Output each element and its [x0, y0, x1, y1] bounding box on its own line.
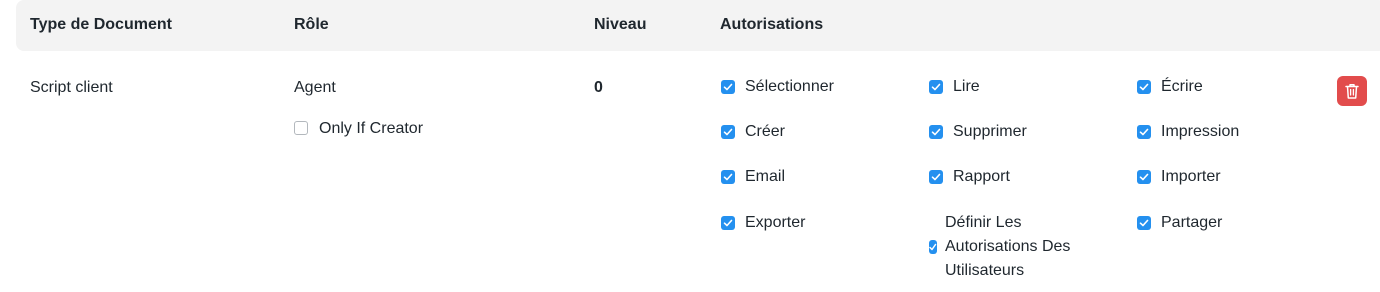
permission-checkbox-export[interactable]	[721, 216, 735, 230]
permission-checkbox-create[interactable]	[721, 125, 735, 139]
only-if-creator-checkbox[interactable]	[294, 121, 308, 135]
permission-label-set-user-permissions-line3: Utilisateurs	[945, 262, 1025, 279]
permission-checkbox-read[interactable]	[929, 80, 943, 94]
permission-checkbox-print[interactable]	[1137, 125, 1151, 139]
permission-checkbox-email[interactable]	[721, 170, 735, 184]
column-header-permissions: Autorisations	[720, 16, 824, 33]
permission-checkbox-set-user-permissions[interactable]	[929, 240, 937, 254]
permission-label-write: Écrire	[1161, 78, 1203, 95]
table-header	[16, 0, 1380, 51]
permission-checkbox-import[interactable]	[1137, 170, 1151, 184]
level-cell: 0	[594, 79, 603, 96]
permission-checkbox-select[interactable]	[721, 80, 735, 94]
permission-label-report: Rapport	[953, 168, 1010, 185]
trash-icon	[1345, 84, 1359, 99]
permission-label-delete: Supprimer	[953, 123, 1027, 140]
permission-checkbox-share[interactable]	[1137, 216, 1151, 230]
column-header-doctype: Type de Document	[30, 16, 172, 33]
role-cell: Agent	[294, 79, 336, 96]
permission-checkbox-report[interactable]	[929, 170, 943, 184]
permission-label-export: Exporter	[745, 214, 806, 231]
permission-label-set-user-permissions-line1: Définir Les	[945, 214, 1022, 231]
doctype-cell: Script client	[30, 79, 113, 96]
permission-checkbox-write[interactable]	[1137, 80, 1151, 94]
permission-checkbox-delete[interactable]	[929, 125, 943, 139]
permission-label-read: Lire	[953, 78, 980, 95]
delete-row-button[interactable]	[1337, 76, 1367, 106]
permission-label-print: Impression	[1161, 123, 1240, 140]
permission-label-set-user-permissions-line2: Autorisations Des	[945, 238, 1071, 255]
permission-label-email: Email	[745, 168, 786, 185]
permission-label-create: Créer	[745, 123, 786, 140]
permission-label-select: Sélectionner	[745, 78, 834, 95]
permission-label-share: Partager	[1161, 214, 1223, 231]
column-header-role: Rôle	[294, 16, 329, 33]
permission-label-import: Importer	[1161, 168, 1221, 185]
only-if-creator-label: Only If Creator	[319, 120, 424, 137]
column-header-level: Niveau	[594, 16, 647, 33]
